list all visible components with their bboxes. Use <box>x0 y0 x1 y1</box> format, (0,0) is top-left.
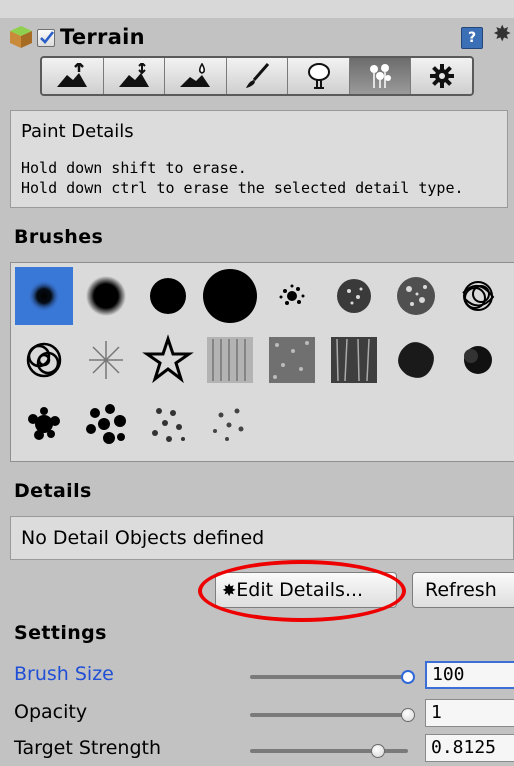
brush-item[interactable] <box>15 395 73 453</box>
brush-item[interactable] <box>77 267 135 325</box>
brush-item[interactable] <box>15 267 73 325</box>
opacity-field[interactable]: 1 <box>425 699 514 727</box>
brush-item[interactable] <box>139 267 197 325</box>
opacity-slider-thumb[interactable] <box>401 708 415 722</box>
terrain-tool-toolbar <box>40 56 474 96</box>
brush-size-slider[interactable] <box>250 675 408 679</box>
brush-item[interactable] <box>449 331 507 389</box>
brush-item[interactable] <box>139 395 197 453</box>
brush-icon <box>246 63 270 88</box>
refresh-button[interactable]: Refresh <box>412 572 514 608</box>
brushes-heading: Brushes <box>14 226 104 248</box>
opacity-slider[interactable] <box>250 713 408 717</box>
settings-heading: Settings <box>14 622 107 644</box>
gear-icon <box>429 64 454 88</box>
brush-item[interactable] <box>325 331 383 389</box>
help-icon[interactable]: ? <box>461 27 483 49</box>
mountain-up-arrow-icon <box>57 63 88 87</box>
details-heading: Details <box>14 480 92 502</box>
target-strength-slider-thumb[interactable] <box>371 744 386 758</box>
tool-help-title: Paint Details <box>21 121 134 142</box>
target-strength-label: Target Strength <box>14 737 162 759</box>
target-strength-field[interactable]: 0.8125 <box>425 734 514 762</box>
tool-paint-height-button[interactable] <box>103 58 166 94</box>
tool-help-line-shift: Hold down shift to erase. <box>21 159 247 177</box>
brush-item[interactable] <box>201 331 259 389</box>
component-settings-icon[interactable]: ✸ <box>493 22 511 47</box>
opacity-label: Opacity <box>14 701 88 723</box>
brush-item[interactable] <box>15 331 73 389</box>
brush-item[interactable] <box>387 331 445 389</box>
brush-item[interactable] <box>449 267 507 325</box>
brush-item[interactable] <box>263 331 321 389</box>
tool-help-box: Paint Details Hold down shift to erase. … <box>10 110 508 208</box>
tool-raise-lower-button[interactable] <box>42 58 104 94</box>
mountain-drop-icon <box>180 63 211 87</box>
component-header: Terrain ? ✸ <box>0 18 514 54</box>
tool-paint-details-button[interactable] <box>349 58 412 94</box>
brush-item[interactable] <box>139 331 197 389</box>
brush-item[interactable] <box>387 267 445 325</box>
brush-item[interactable] <box>201 267 259 325</box>
brush-item[interactable] <box>77 331 135 389</box>
brush-item[interactable] <box>263 267 321 325</box>
brush-size-slider-thumb[interactable] <box>401 670 415 684</box>
enabled-checkbox[interactable] <box>37 29 55 47</box>
tool-smooth-height-button[interactable] <box>165 58 227 94</box>
flowers-icon <box>370 64 392 88</box>
brush-grid <box>10 262 514 462</box>
terrain-cube-icon <box>10 26 32 48</box>
component-title: Terrain <box>60 25 145 49</box>
brush-item[interactable] <box>201 395 259 453</box>
red-annotation-ellipse <box>198 560 406 622</box>
tool-help-line-ctrl: Hold down ctrl to erase the selected det… <box>21 179 464 197</box>
tool-place-trees-button[interactable] <box>288 58 350 94</box>
brush-size-label: Brush Size <box>14 663 114 685</box>
detail-list: No Detail Objects defined <box>10 516 514 560</box>
brush-item[interactable] <box>77 395 135 453</box>
tool-terrain-settings-button[interactable] <box>411 58 472 94</box>
tree-icon <box>307 63 330 89</box>
mountain-arrow-icon <box>118 63 149 87</box>
brush-size-field[interactable]: 100 <box>425 661 514 689</box>
tool-paint-texture-button[interactable] <box>226 58 289 94</box>
brush-item[interactable] <box>325 267 383 325</box>
inspector-top-strip <box>0 0 514 18</box>
